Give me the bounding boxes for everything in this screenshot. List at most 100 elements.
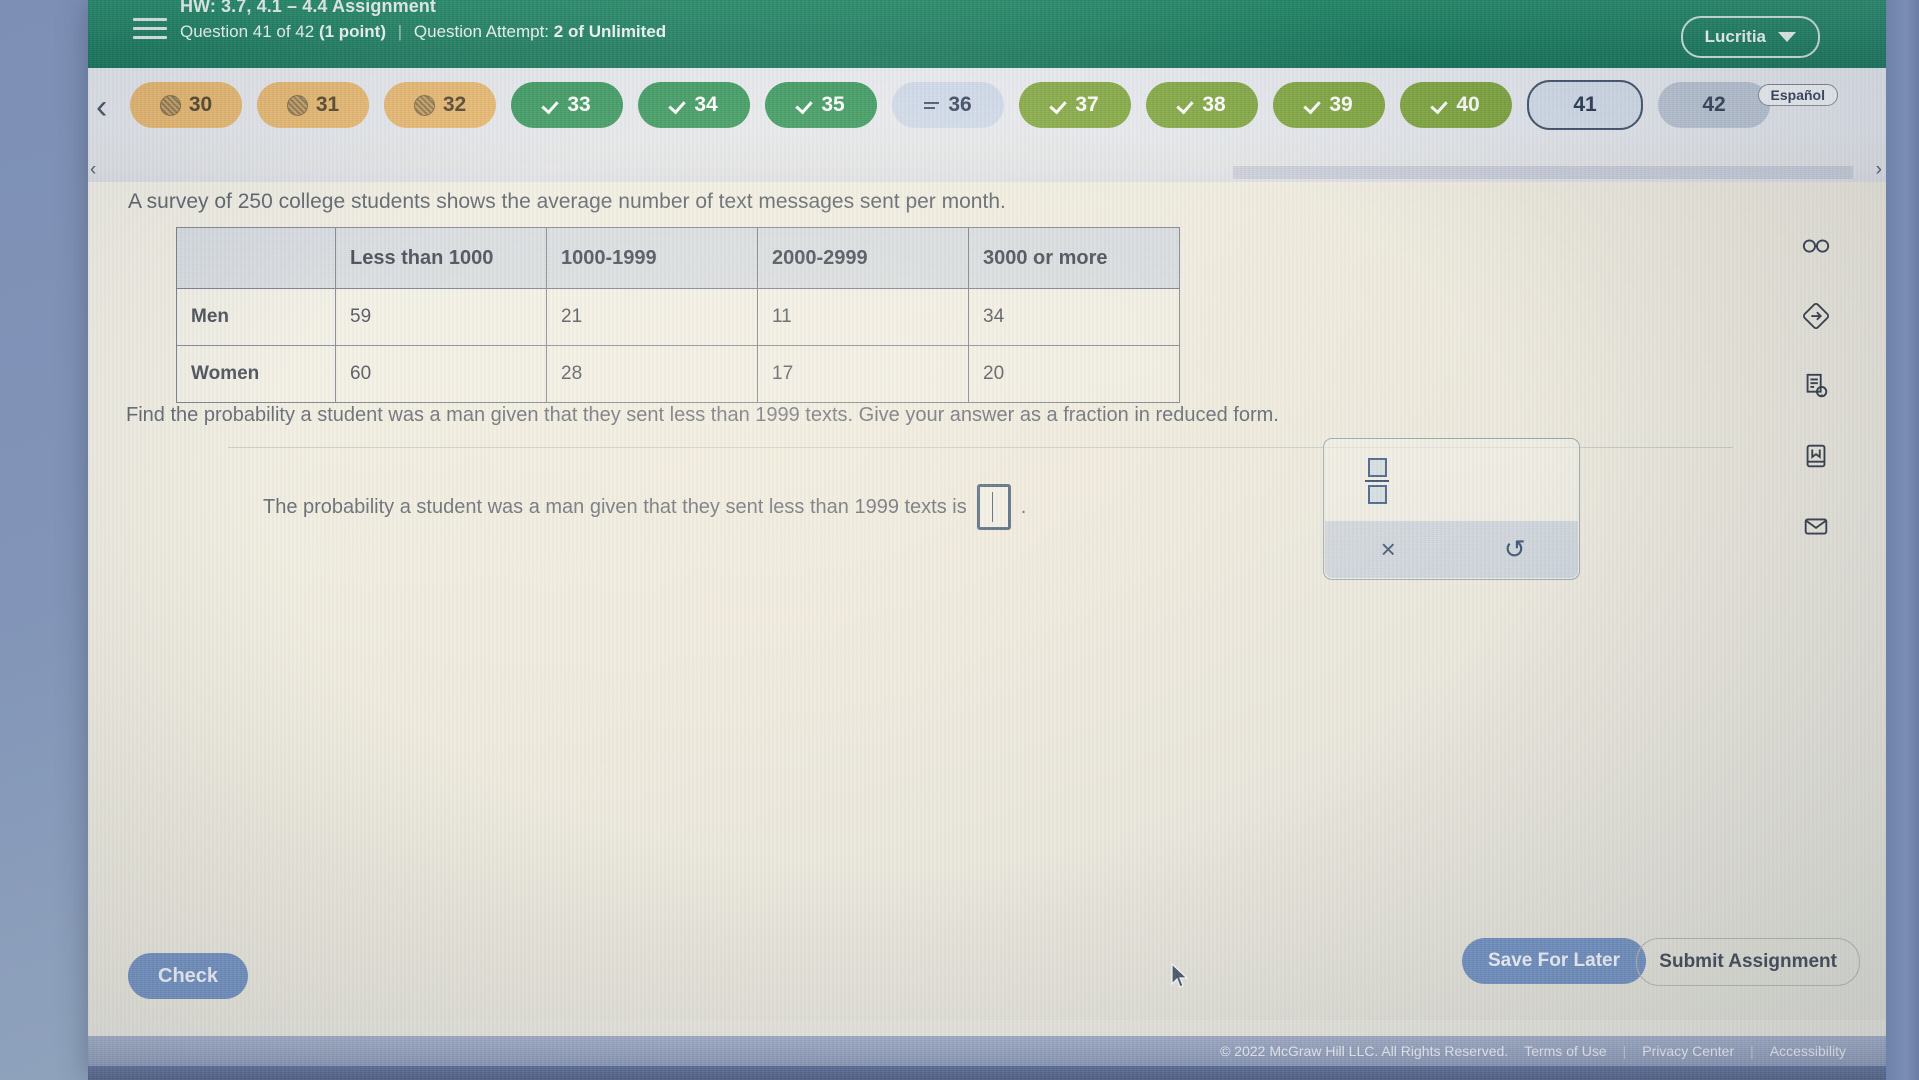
- question-number-label: Question 41 of 42: [180, 22, 315, 41]
- nav-previous-arrow[interactable]: ‹: [96, 90, 107, 124]
- footer-divider-1: |: [1622, 1043, 1627, 1059]
- check-icon: [1051, 97, 1067, 113]
- question-pill-39[interactable]: 39: [1273, 82, 1385, 128]
- undo-button[interactable]: ↺: [1452, 534, 1579, 565]
- glasses-icon[interactable]: [1794, 224, 1838, 268]
- document-lightbulb-icon[interactable]: [1794, 364, 1838, 408]
- save-for-later-button[interactable]: Save For Later: [1462, 938, 1646, 984]
- table-column-header: 3000 or more: [968, 227, 1180, 289]
- check-icon: [797, 97, 813, 113]
- fraction-numerator-box: [1367, 458, 1387, 477]
- privacy-center-link[interactable]: Privacy Center: [1642, 1043, 1734, 1059]
- table-row: Men 59 21 11 34: [176, 288, 1180, 346]
- table-cell: 21: [546, 288, 758, 346]
- question-pill-label: 40: [1456, 93, 1480, 116]
- question-pill-label: 41: [1573, 93, 1597, 116]
- question-pill-37[interactable]: 37: [1019, 82, 1131, 128]
- question-points: (1 point): [318, 22, 386, 41]
- question-pill-38[interactable]: 38: [1146, 82, 1258, 128]
- multiply-button[interactable]: ×: [1325, 534, 1452, 565]
- table-corner-cell: [176, 227, 336, 289]
- answer-input[interactable]: [976, 484, 1011, 530]
- fraction-bar: [1365, 480, 1389, 482]
- attempt-label: Question Attempt:: [413, 22, 550, 41]
- hatched-circle-icon: [286, 94, 308, 116]
- question-pill-label: 42: [1702, 93, 1726, 116]
- question-pill-label: 39: [1329, 93, 1353, 116]
- survey-data-table: Less than 1000 1000-1999 2000-2999 3000 or …: [176, 227, 1180, 403]
- check-icon: [543, 97, 559, 113]
- fraction-template-button[interactable]: [1362, 456, 1392, 506]
- table-cell: 11: [757, 288, 969, 346]
- footer-divider-2: |: [1750, 1043, 1754, 1059]
- question-pill-label: 36: [948, 93, 972, 116]
- table-column-header: 2000-2999: [757, 227, 969, 289]
- question-pill-42[interactable]: 42: [1658, 82, 1770, 128]
- user-name: Lucritia: [1704, 27, 1766, 46]
- hatched-circle-icon: [159, 94, 181, 116]
- question-pill-label: 33: [567, 93, 591, 116]
- question-pill-list: 30 31 32 33 34 35 36 37 38 39 40 41 42: [130, 80, 1770, 130]
- question-pill-41[interactable]: 41: [1527, 80, 1643, 130]
- accessibility-link[interactable]: Accessibility: [1770, 1043, 1846, 1059]
- check-icon: [670, 97, 686, 113]
- equals-icon: [924, 99, 940, 111]
- espanol-toggle[interactable]: Español: [1757, 84, 1838, 106]
- question-pill-34[interactable]: 34: [638, 82, 750, 128]
- hatched-circle-icon: [413, 94, 435, 116]
- attempt-value: 2 of Unlimited: [553, 22, 667, 41]
- assignment-title: HW: 3.7, 4.1 – 4.4 Assignment: [180, 0, 436, 16]
- user-menu-button[interactable]: Lucritia: [1680, 16, 1820, 58]
- status-divider: |: [397, 22, 403, 41]
- submit-assignment-button[interactable]: Submit Assignment: [1636, 938, 1860, 986]
- question-pill-label: 31: [315, 93, 340, 116]
- table-row-header: Men: [176, 288, 336, 346]
- question-pill-label: 32: [442, 93, 467, 116]
- table-cell: 59: [335, 288, 547, 346]
- check-button[interactable]: Check: [128, 953, 249, 999]
- monitor-bezel: [1886, 0, 1919, 1080]
- answer-sentence-text: The probability a student was a man give…: [263, 495, 967, 518]
- reference-book-icon[interactable]: [1794, 434, 1838, 478]
- copyright-text: © 2022 McGraw Hill LLC. All Rights Reser…: [1220, 1043, 1509, 1059]
- question-pill-31[interactable]: 31: [257, 82, 369, 128]
- check-icon: [1178, 97, 1194, 113]
- answer-area: The probability a student was a man give…: [228, 438, 1733, 623]
- question-content: A survey of 250 college students shows t…: [88, 182, 1886, 1020]
- envelope-icon[interactable]: [1794, 504, 1838, 548]
- app-header: HW: 3.7, 4.1 – 4.4 Assignment Question 4…: [88, 0, 1886, 68]
- math-keypad-actions: × ↺: [1325, 521, 1578, 578]
- table-column-header: Less than 1000: [335, 227, 547, 289]
- table-cell: 17: [757, 345, 969, 403]
- table-column-header: 1000-1999: [546, 227, 758, 289]
- question-pill-label: 37: [1075, 93, 1099, 116]
- table-row-header: Women: [176, 345, 336, 403]
- question-pill-40[interactable]: 40: [1400, 82, 1512, 128]
- math-keypad: × ↺: [1323, 438, 1580, 580]
- answer-period: .: [1020, 495, 1027, 518]
- browser-screen: HW: 3.7, 4.1 – 4.4 Assignment Question 4…: [88, 0, 1886, 1080]
- question-pill-label: 34: [694, 93, 718, 116]
- action-bar: Check Save For Later Submit Assignment: [88, 933, 1886, 1028]
- answer-sentence: The probability a student was a man give…: [263, 484, 1026, 530]
- question-pill-35[interactable]: 35: [765, 82, 877, 128]
- tool-rail: [1788, 224, 1844, 548]
- table-row: Women 60 28 17 20: [176, 345, 1180, 403]
- menu-hamburger-icon[interactable]: [133, 12, 167, 40]
- table-body: Men 59 21 11 34 Women 60 28 17 20: [176, 288, 1180, 403]
- question-pill-33[interactable]: 33: [511, 82, 623, 128]
- table-cell: 20: [968, 345, 1180, 403]
- question-navigator: ‹ 30 31 32 33 34 35 36 37 38 39 40 41 42 Español: [88, 68, 1886, 166]
- question-pill-36[interactable]: 36: [892, 82, 1004, 128]
- question-pill-32[interactable]: 32: [384, 82, 496, 128]
- chevron-down-icon: [1778, 32, 1796, 42]
- question-prompt-text: Find the probability a student was a man…: [126, 404, 1279, 426]
- diamond-arrow-icon[interactable]: [1794, 294, 1838, 338]
- question-intro-text: A survey of 250 college students shows t…: [128, 190, 1006, 213]
- question-pill-30[interactable]: 30: [130, 82, 242, 128]
- table-cell: 60: [335, 345, 547, 403]
- os-taskbar: [88, 1066, 1886, 1080]
- terms-of-use-link[interactable]: Terms of Use: [1524, 1043, 1606, 1059]
- table-cell: 28: [546, 345, 758, 403]
- table-cell: 34: [968, 288, 1180, 346]
